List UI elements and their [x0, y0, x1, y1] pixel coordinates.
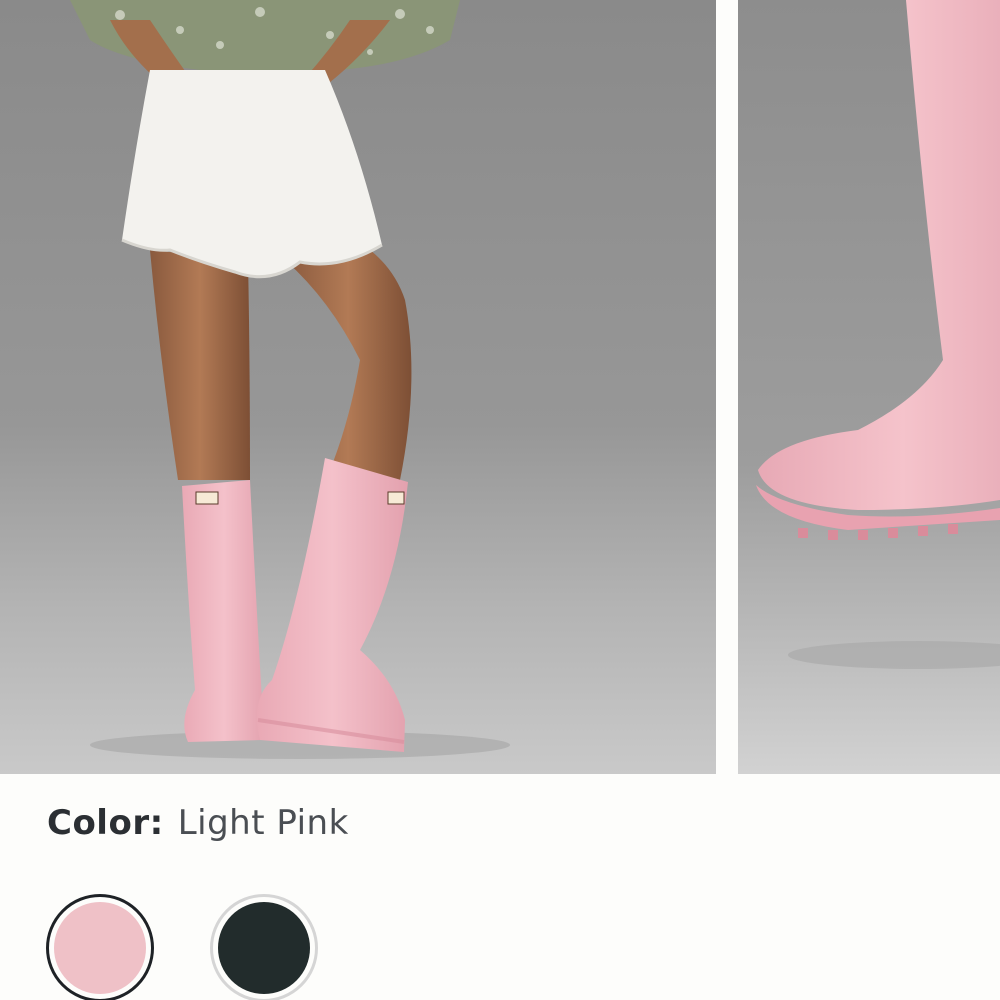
color-swatch-list	[0, 894, 1000, 1000]
swatch-light-pink[interactable]	[46, 894, 154, 1000]
color-label: Color:	[47, 803, 164, 843]
swatch-light-pink-fill	[54, 902, 146, 994]
swatch-black-fill	[218, 902, 310, 994]
product-image-main[interactable]	[0, 0, 716, 774]
color-selection-label: Color: Light Pink	[47, 803, 349, 853]
product-image-secondary[interactable]	[738, 0, 1000, 774]
model-wearing-boots-photo	[0, 0, 716, 774]
product-image-gallery	[0, 0, 1000, 774]
boot-closeup-photo	[738, 0, 1000, 774]
selected-color-name: Light Pink	[177, 803, 349, 843]
swatch-black[interactable]	[210, 894, 318, 1000]
